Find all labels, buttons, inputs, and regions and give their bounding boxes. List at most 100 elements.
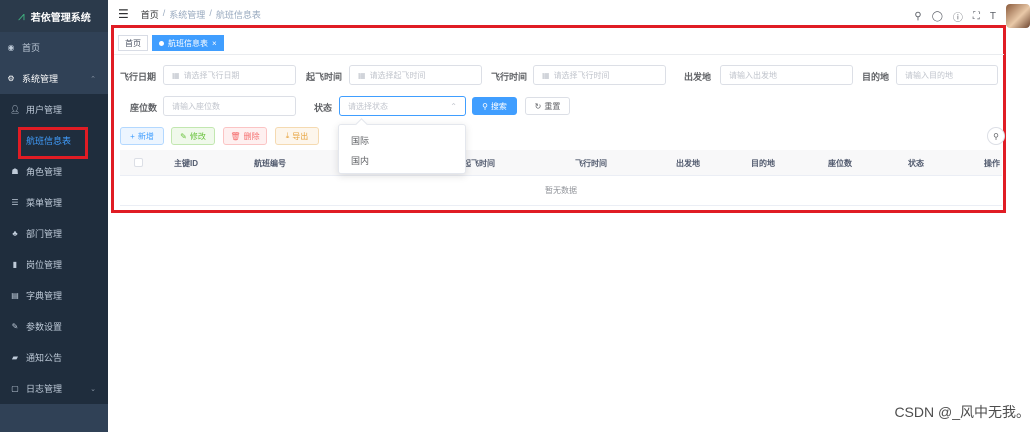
- highlight-box-sidebar: [18, 127, 88, 159]
- avatar[interactable]: [1006, 4, 1030, 28]
- tag-home[interactable]: 首页: [118, 35, 148, 51]
- flight-date-label: 飞行日期: [120, 72, 157, 82]
- table-empty: 暂无数据: [120, 176, 1002, 206]
- download-icon: ⤓: [285, 131, 290, 140]
- sidebar-item-notices[interactable]: ▰ 通知公告: [0, 342, 108, 373]
- button-label: 搜索: [490, 101, 507, 111]
- sidebar-item-dictionary[interactable]: ▤ 字典管理: [0, 280, 108, 311]
- sidebar-item-label: 系统管理: [22, 74, 59, 84]
- refresh-icon: ↻: [534, 101, 542, 111]
- destination-label: 目的地: [862, 72, 890, 82]
- active-dot-icon: [159, 40, 164, 46]
- sidebar-item-system[interactable]: ⚙ 系统管理 ⌃: [0, 63, 108, 94]
- delete-icon: 🗑︎: [230, 131, 241, 141]
- breadcrumb-separator: /: [162, 7, 166, 18]
- sidebar-item-label: 菜单管理: [26, 198, 63, 208]
- add-button[interactable]: + 新增: [120, 127, 164, 145]
- sidebar-item-roles[interactable]: ☗ 角色管理: [0, 156, 108, 187]
- sidebar-item-users[interactable]: 👤︎ 用户管理: [0, 94, 108, 125]
- button-label: 新增: [137, 131, 154, 141]
- navbar: ☰ 首页 / 系统管理 / 航班信息表 ⚲ ◯ ⓘ ⛶ T: [108, 0, 1036, 28]
- status-label: 状态: [314, 103, 333, 113]
- seats-input[interactable]: 请输入座位数: [163, 96, 296, 116]
- hamburger-icon[interactable]: ☰: [118, 7, 129, 21]
- breadcrumb-current: 航班信息表: [215, 9, 261, 20]
- size-select-icon[interactable]: T: [990, 11, 996, 22]
- dropdown-option-domestic[interactable]: 国内: [339, 150, 465, 170]
- column-header: 飞行时间: [575, 159, 607, 168]
- post-icon: ▮: [12, 260, 18, 269]
- search-button[interactable]: ⚲ 搜索: [472, 97, 517, 115]
- sidebar-item-menus[interactable]: ☰ 菜单管理: [0, 187, 108, 218]
- question-icon[interactable]: ⓘ: [953, 9, 963, 24]
- vue-logo-icon: ⩘: [18, 8, 25, 23]
- sidebar-item-params[interactable]: ✎ 参数设置: [0, 311, 108, 342]
- sidebar-item-logs[interactable]: ▢ 日志管理 ⌄: [0, 373, 108, 404]
- takeoff-time-picker[interactable]: ▦ 请选择起飞时间: [349, 65, 482, 85]
- edit-button[interactable]: ✎ 修改: [171, 127, 215, 145]
- sidebar-item-posts[interactable]: ▮ 岗位管理: [0, 249, 108, 280]
- breadcrumb: 首页 / 系统管理 / 航班信息表: [141, 8, 261, 21]
- delete-button[interactable]: 🗑︎ 删除: [223, 127, 267, 145]
- button-label: 重置: [544, 101, 561, 111]
- sidebar-item-label: 参数设置: [26, 322, 63, 332]
- column-header: 航班编号: [254, 159, 286, 168]
- sidebar-item-home[interactable]: ◉ 首页: [0, 32, 108, 63]
- logo[interactable]: ⩘ 若依管理系统: [0, 0, 108, 32]
- tag-flight-info[interactable]: 航班信息表 ×: [152, 35, 224, 51]
- sidebar-item-label: 部门管理: [26, 229, 63, 239]
- placeholder: 请输入出发地: [729, 70, 777, 80]
- seats-label: 座位数: [130, 103, 158, 113]
- column-header: 目的地: [751, 159, 775, 168]
- placeholder: 请选择状态: [348, 101, 388, 111]
- placeholder: 请选择飞行时间: [553, 70, 610, 80]
- sidebar: ⩘ 若依管理系统 ◉ 首页 ⚙ 系统管理 ⌃ 👤︎ 用户管理 航班信息表 ☗ 角…: [0, 0, 108, 432]
- flight-time-label: 飞行时间: [491, 72, 528, 82]
- fullscreen-icon[interactable]: ⛶: [973, 11, 980, 22]
- chevron-up-icon: ⌃: [450, 101, 457, 111]
- flight-date-picker[interactable]: ▦ 请选择飞行日期: [163, 65, 296, 85]
- departure-input[interactable]: 请输入出发地: [720, 65, 853, 85]
- sidebar-item-label: 首页: [22, 43, 41, 53]
- button-label: 删除: [243, 131, 260, 141]
- dropdown-option-international[interactable]: 国际: [339, 130, 465, 150]
- dict-icon: ▤: [11, 291, 19, 300]
- destination-input[interactable]: 请输入目的地: [896, 65, 998, 85]
- departure-label: 出发地: [684, 72, 712, 82]
- chevron-down-icon: ⌄: [90, 385, 96, 393]
- close-icon[interactable]: ×: [212, 39, 217, 48]
- edit-icon: ✎: [180, 131, 187, 141]
- search-icon: ⚲: [993, 131, 999, 141]
- status-select[interactable]: 请选择状态 ⌃: [339, 96, 466, 116]
- search-icon[interactable]: ⚲: [914, 11, 921, 22]
- tag-label: 首页: [125, 38, 141, 48]
- github-icon[interactable]: ◯: [932, 11, 943, 22]
- reset-button[interactable]: ↻ 重置: [525, 97, 570, 115]
- table-header: 主键ID 航班编号 起飞时间 飞行时间 出发地 目的地 座位数 状态 操作: [120, 150, 1002, 176]
- user-icon: 👤︎: [10, 105, 21, 114]
- placeholder: 请输入目的地: [905, 70, 953, 80]
- select-all-checkbox[interactable]: [134, 158, 143, 167]
- dashboard-icon: ◉: [7, 43, 15, 52]
- placeholder: 请选择飞行日期: [183, 70, 240, 80]
- peoples-icon: ☗: [11, 167, 19, 176]
- plus-icon: +: [130, 131, 135, 141]
- export-button[interactable]: ⤓ 导出: [275, 127, 319, 145]
- placeholder: 请输入座位数: [172, 101, 220, 111]
- system-icon: ⚙: [7, 74, 15, 83]
- edit-icon: ✎: [11, 322, 19, 331]
- tree-table-icon: ☰: [11, 198, 19, 207]
- tree-icon: ♣: [12, 229, 18, 238]
- flight-time-picker[interactable]: ▦ 请选择飞行时间: [533, 65, 666, 85]
- takeoff-time-label: 起飞时间: [306, 72, 343, 82]
- status-dropdown: 国际 国内: [338, 124, 466, 174]
- breadcrumb-system: 系统管理: [169, 9, 206, 20]
- sidebar-item-departments[interactable]: ♣ 部门管理: [0, 218, 108, 249]
- app-title: 若依管理系统: [30, 12, 91, 24]
- search-icon: ⚲: [482, 101, 488, 111]
- sidebar-item-label: 角色管理: [26, 167, 63, 177]
- breadcrumb-home[interactable]: 首页: [141, 8, 159, 21]
- toggle-search-button[interactable]: ⚲: [987, 127, 1005, 145]
- divider: [114, 54, 1004, 55]
- tag-label: 航班信息表: [168, 38, 208, 48]
